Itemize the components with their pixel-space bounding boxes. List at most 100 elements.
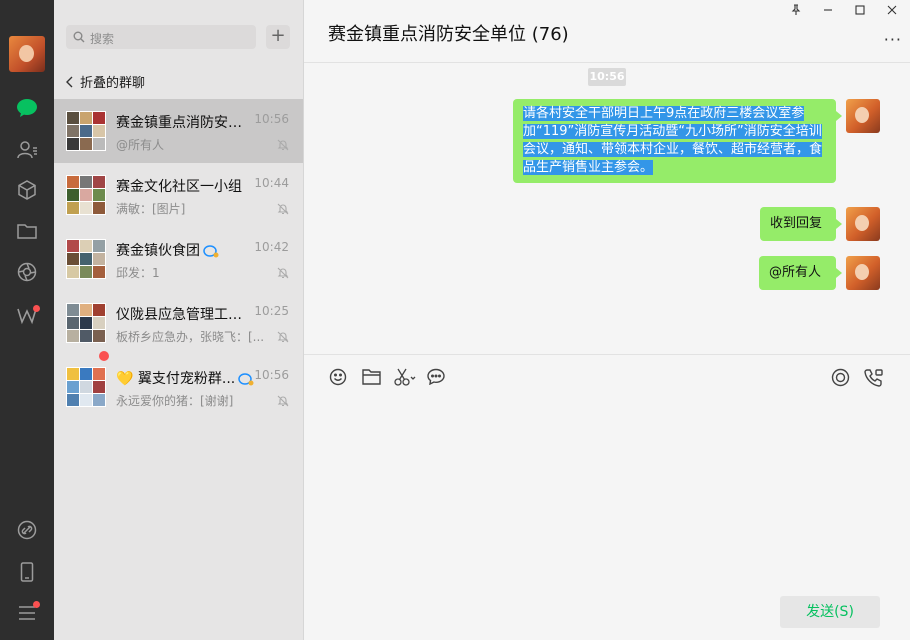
mute-icon [277, 331, 289, 343]
message-text: 收到回复 [770, 216, 823, 231]
avatar-tile [93, 317, 105, 329]
more-options-icon[interactable]: ··· [884, 30, 902, 49]
chat-last-message: 板桥乡应急办，张晓飞：[... [116, 330, 265, 344]
voice-call-icon[interactable] [864, 368, 884, 387]
avatar-tile [93, 202, 105, 214]
avatar-tile [67, 125, 79, 137]
search-icon [73, 31, 85, 43]
avatar-tile [67, 240, 79, 252]
chat-last-message: 邱发：1 [116, 266, 160, 280]
avatar-tile [80, 304, 92, 316]
chat-history-icon[interactable] [427, 368, 445, 385]
live-icon[interactable] [831, 368, 850, 387]
chat-title: 赛金镇重点消防安全单位 (76) [328, 24, 569, 45]
avatar-tile [67, 202, 79, 214]
avatar-tile [80, 330, 92, 342]
menu-notification-dot [33, 601, 40, 608]
chat-time: 10:25 [254, 304, 289, 318]
chat-header: 赛金镇重点消防安全单位 (76) ··· [304, 0, 910, 63]
avatar-tile [67, 368, 79, 380]
search-input[interactable]: 搜索 [66, 25, 256, 49]
pin-icon[interactable] [786, 4, 806, 20]
chat-last-message: @所有人 [116, 138, 165, 152]
chat-name: 仪陇县应急管理工作群 [116, 307, 250, 323]
avatar-tile [67, 317, 79, 329]
chat-name: 💛 翼支付宠粉群... [116, 368, 254, 388]
avatar-tile [93, 253, 105, 265]
avatar-tile [67, 138, 79, 150]
avatar-tile [93, 240, 105, 252]
avatar-tile [80, 253, 92, 265]
avatar-tile [93, 368, 105, 380]
avatar-tile [67, 253, 79, 265]
phone-icon[interactable] [15, 560, 39, 584]
avatar-tile [80, 112, 92, 124]
add-button[interactable]: + [266, 25, 290, 49]
screenshot-icon[interactable] [394, 368, 416, 386]
search-placeholder: 搜索 [90, 32, 115, 46]
link-icon[interactable] [15, 518, 39, 542]
moments-icon[interactable] [15, 260, 39, 284]
chat-item[interactable]: 💛 翼支付宠粉群... 10:56 永远爱你的猪：[谢谢] [54, 351, 303, 419]
maximize-icon[interactable] [850, 4, 870, 19]
group-avatar [66, 111, 106, 151]
chat-last-message: 永远爱你的猪：[谢谢] [116, 394, 234, 408]
cube-icon[interactable] [15, 178, 39, 202]
chat-item[interactable]: 赛金镇重点消防安全单位 (76) 10:56 @所有人 [54, 99, 303, 163]
group-avatar [66, 239, 106, 279]
chat-item[interactable]: 赛金镇伙食团 10:42 邱发：1 [54, 227, 303, 291]
mute-icon [277, 139, 289, 151]
avatar-tile [93, 138, 105, 150]
avatar-tile [80, 266, 92, 278]
mute-icon [277, 203, 289, 215]
chat-window: 赛金镇重点消防安全单位 (76) ··· 10:56 请各村安全干部明日上午9点… [304, 0, 910, 640]
sender-avatar[interactable] [846, 99, 880, 133]
chat-name: 赛金文化社区一小组 [116, 179, 242, 195]
message-bubble[interactable]: @所有人 [759, 256, 842, 290]
avatar-tile [93, 266, 105, 278]
group-avatar [66, 303, 106, 343]
avatar-tile [67, 176, 79, 188]
chat-item[interactable]: 赛金文化社区一小组 10:44 满敏：[图片] [54, 163, 303, 227]
avatar-tile [93, 304, 105, 316]
avatar-tile [80, 138, 92, 150]
contacts-icon[interactable] [15, 138, 39, 162]
chat-icon[interactable] [15, 96, 39, 120]
chat-time: 10:42 [254, 240, 289, 254]
avatar-tile [93, 112, 105, 124]
message-bubble[interactable]: 收到回复 [760, 207, 842, 241]
avatar-tile [80, 202, 92, 214]
send-button[interactable]: 发送(S) [780, 596, 880, 628]
input-toolbar [304, 354, 910, 399]
mute-icon [277, 395, 289, 407]
avatar-tile [93, 189, 105, 201]
chat-item[interactable]: 仪陇县应急管理工作群 10:25 板桥乡应急办，张晓飞：[... [54, 291, 303, 355]
chat-last-message: 满敏：[图片] [116, 202, 186, 216]
minimize-icon[interactable] [818, 4, 838, 19]
avatar-tile [93, 176, 105, 188]
chat-name: 赛金镇伙食团 [116, 240, 219, 260]
notification-dot [33, 305, 40, 312]
message-text: @所有人 [769, 265, 822, 280]
message-timestamp: 10:56 [588, 68, 626, 86]
message-bubble[interactable]: 请各村安全干部明日上午9点在政府三楼会议室参加“119”消防宣传月活动暨“九小场… [513, 99, 842, 183]
sender-avatar[interactable] [846, 256, 880, 290]
chat-name: 赛金镇重点消防安全单位 (76) [116, 115, 250, 131]
chat-time: 10:56 [254, 368, 289, 382]
emoji-icon[interactable] [329, 368, 347, 386]
avatar-tile [93, 330, 105, 342]
avatar-tile [67, 112, 79, 124]
chat-time: 10:56 [254, 112, 289, 126]
folded-groups-label: 折叠的群聊 [80, 76, 146, 91]
user-avatar[interactable] [9, 36, 45, 72]
sender-avatar[interactable] [846, 207, 880, 241]
file-icon[interactable] [362, 368, 381, 385]
avatar-tile [80, 240, 92, 252]
avatar-tile [80, 189, 92, 201]
avatar-tile [80, 394, 92, 406]
folder-icon[interactable] [15, 219, 39, 243]
mute-icon [277, 267, 289, 279]
avatar-tile [80, 176, 92, 188]
folded-groups-back[interactable]: 折叠的群聊 [66, 72, 145, 91]
close-icon[interactable] [882, 4, 902, 19]
